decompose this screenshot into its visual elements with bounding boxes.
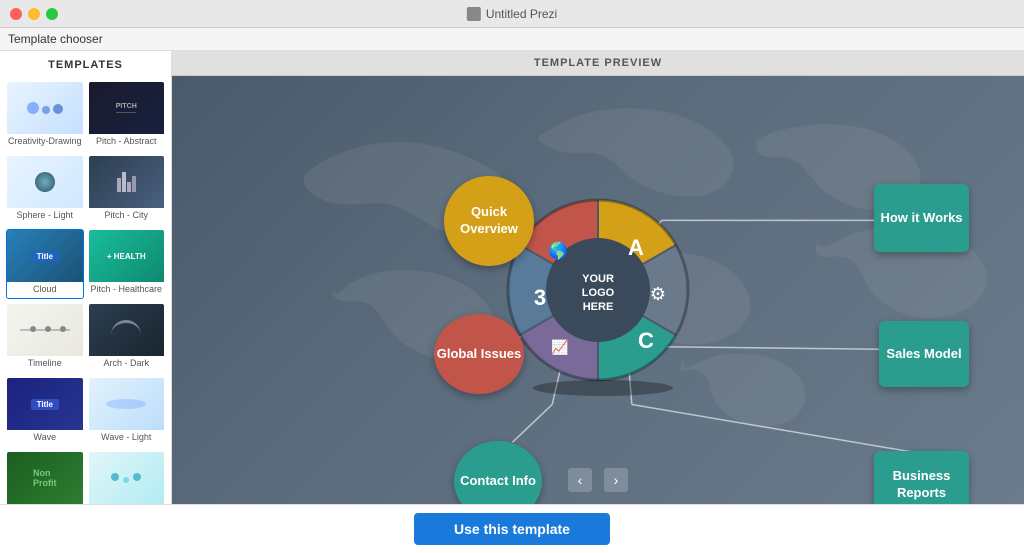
app-title: Template chooser (0, 28, 1024, 51)
template-item-connections[interactable]: Pitch - Connections (88, 451, 166, 504)
close-button[interactable] (10, 8, 22, 20)
template-label: Pitch - Abstract (89, 134, 165, 150)
template-item-pitch-abstract[interactable]: PITCH Pitch - Abstract (88, 81, 166, 151)
template-label: Wave (7, 430, 83, 446)
bubble-quick-overview: Quick Overview (444, 176, 534, 266)
minimize-button[interactable] (28, 8, 40, 20)
template-item-pitch-city[interactable]: Pitch - City (88, 155, 166, 225)
preview-prev-button[interactable]: ‹ (568, 468, 592, 492)
sidebar: TEMPLATES Creativity-Drawing (0, 51, 172, 504)
preview-canvas: A ⚙ C 📈 3 🌎 YOUR LOGO H (172, 76, 1024, 504)
template-item-pitch-healthcare[interactable]: + HEALTH Pitch - Healthcare (88, 229, 166, 299)
svg-text:HERE: HERE (583, 301, 614, 313)
svg-text:YOUR: YOUR (582, 273, 614, 285)
template-item-wave[interactable]: Title Wave (6, 377, 84, 447)
template-label: Wave - Light (89, 430, 165, 446)
titlebar: Untitled Prezi (0, 0, 1024, 28)
main-content: TEMPLATES Creativity-Drawing (0, 51, 1024, 504)
svg-text:⚙: ⚙ (650, 284, 666, 304)
template-label: Pitch - Healthcare (89, 282, 165, 298)
sidebar-section-label: TEMPLATES (0, 51, 171, 77)
maximize-button[interactable] (46, 8, 58, 20)
bubble-how-it-works: How it Works (874, 184, 969, 252)
template-item-timeline[interactable]: Timeline (6, 303, 84, 373)
window-title: Untitled Prezi (467, 7, 557, 21)
use-template-button[interactable]: Use this template (414, 513, 610, 545)
template-grid: Creativity-Drawing PITCH Pitch - Abstrac… (0, 77, 171, 504)
preview-next-button[interactable]: › (604, 468, 628, 492)
template-label: Arch - Dark (89, 356, 165, 372)
svg-text:3: 3 (534, 285, 546, 310)
svg-text:A: A (628, 235, 644, 260)
window-icon (467, 7, 481, 21)
svg-text:🌎: 🌎 (548, 241, 568, 260)
template-label: Timeline (7, 356, 83, 372)
preview-area: TEMPLATE PREVIEW (172, 51, 1024, 504)
preview-header: TEMPLATE PREVIEW (172, 51, 1024, 76)
template-label: Creativity-Drawing (7, 134, 83, 150)
svg-text:C: C (638, 328, 654, 353)
template-label: Cloud (7, 282, 83, 298)
template-item-arch-dark[interactable]: Arch - Dark (88, 303, 166, 373)
svg-text:LOGO: LOGO (582, 287, 615, 299)
template-label: Pitch - City (89, 208, 165, 224)
template-item-sphere[interactable]: Sphere - Light (6, 155, 84, 225)
template-item-creativity[interactable]: Creativity-Drawing (6, 81, 84, 151)
template-item-wave-light[interactable]: Wave - Light (88, 377, 166, 447)
footer: Use this template (0, 504, 1024, 553)
svg-text:📈: 📈 (551, 339, 568, 356)
template-item-cloud[interactable]: Title Cloud (6, 229, 84, 299)
infographic: A ⚙ C 📈 3 🌎 YOUR LOGO H (172, 76, 1024, 504)
bubble-business-reports: Business Reports (874, 451, 969, 504)
template-label: Sphere - Light (7, 208, 83, 224)
traffic-lights (10, 8, 58, 20)
bubble-sales-model: Sales Model (879, 321, 969, 387)
template-item-nonprofit[interactable]: NonProfit Pitch - Non-Profit (6, 451, 84, 504)
bubble-global-issues: Global Issues (434, 314, 524, 394)
